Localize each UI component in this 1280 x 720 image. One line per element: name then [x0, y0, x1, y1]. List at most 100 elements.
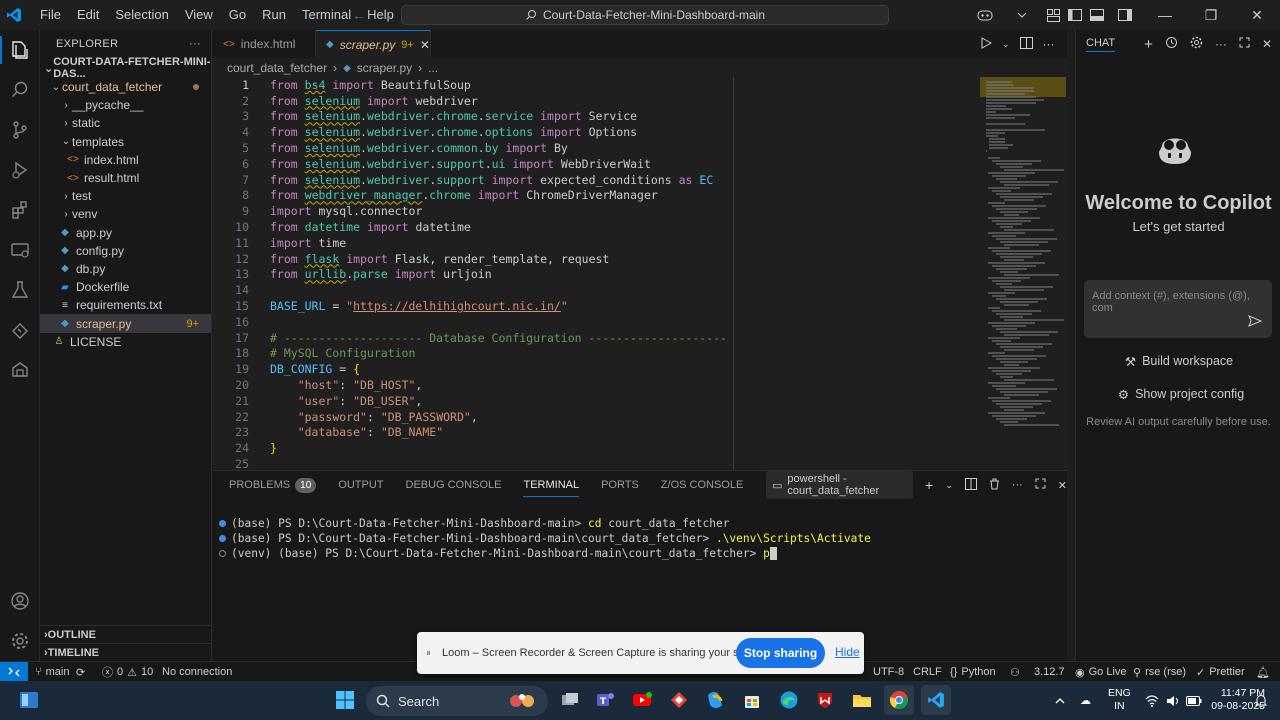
code-line[interactable]: 9 import mysql.connector: [213, 203, 980, 219]
notifications-icon[interactable]: [1254, 681, 1268, 720]
code-line[interactable]: 14: [213, 282, 980, 298]
tree-folder-court-data-fetcher[interactable]: ⌄ court_data_fetcher: [40, 78, 211, 96]
tree-file-scraper-py[interactable]: ◆ scraper.py 9+: [40, 314, 211, 333]
edge-icon[interactable]: [774, 685, 804, 715]
workspace-root[interactable]: ⌄ COURT-DATA-FETCHER-MINI-DAS...: [40, 56, 211, 80]
menu-terminal[interactable]: Terminal: [294, 0, 359, 30]
toggle-panel-icon[interactable]: [1086, 0, 1108, 30]
settings-gear-icon[interactable]: [0, 621, 40, 661]
tree-folder-venv[interactable]: › venv: [40, 205, 211, 223]
menu-edit[interactable]: Edit: [69, 0, 107, 30]
tree-file-license[interactable]: ♙ LICENSE: [40, 333, 211, 351]
connection-status[interactable]: No connection: [162, 662, 232, 682]
hide-link[interactable]: Hide: [835, 645, 860, 659]
customize-layout-icon[interactable]: [1042, 0, 1064, 30]
maximize-panel-icon[interactable]: [1035, 478, 1046, 492]
tree-folder-static[interactable]: › static: [40, 114, 211, 132]
code-line[interactable]: 11 import time: [213, 235, 980, 251]
forward-arrow-icon[interactable]: →: [380, 7, 394, 23]
store-icon[interactable]: [737, 685, 767, 715]
sync-icon[interactable]: ⟳: [76, 662, 85, 682]
code-line[interactable]: 5 from selenium.webdriver.common.by impor…: [213, 140, 980, 156]
code-line[interactable]: 25: [213, 456, 980, 469]
breadcrumb-folder[interactable]: court_data_fetcher: [227, 61, 327, 75]
code-line[interactable]: 12 from flask import Flask, render_templa…: [213, 251, 980, 267]
close-window-button[interactable]: ✕: [1234, 0, 1280, 30]
code-line[interactable]: 6 from selenium.webdriver.support.ui impo…: [213, 156, 980, 172]
chat-input[interactable]: Add context (#), extensions (@), com: [1084, 280, 1272, 338]
tab-zos-console[interactable]: Z/OS CONSOLE: [661, 471, 756, 499]
code-line[interactable]: 24}: [213, 440, 980, 456]
tree-file-config-py[interactable]: ◆ config.py: [40, 242, 211, 260]
code-line[interactable]: 13 from urllib.parse import urljoin: [213, 267, 980, 283]
tree-file-result-html[interactable]: <> result.html: [40, 169, 211, 187]
breadcrumb-symbols[interactable]: ...: [428, 61, 438, 75]
tab-ports[interactable]: PORTS: [601, 471, 651, 499]
python-env-icon[interactable]: ⚇: [1010, 662, 1020, 682]
tree-folder-pycache[interactable]: › __pycache__: [40, 96, 211, 114]
mcafee-icon[interactable]: [810, 685, 840, 715]
maximize-button[interactable]: ❐: [1188, 0, 1234, 30]
run-debug-icon[interactable]: [0, 150, 40, 190]
python-version[interactable]: 3.12.7: [1034, 662, 1065, 682]
tree-file-dockerfile[interactable]: ▰ Dockerfile: [40, 278, 211, 296]
accounts-icon[interactable]: [0, 581, 40, 621]
start-windows-icon[interactable]: [330, 685, 360, 715]
close-icon[interactable]: ✕: [420, 38, 430, 52]
new-terminal-icon[interactable]: +: [925, 477, 933, 493]
code-line[interactable]: 21 "user": "DB_USER",: [213, 393, 980, 409]
chevron-down-icon[interactable]: ⌄: [1002, 39, 1010, 50]
terminal-line[interactable]: (venv) (base) PS D:\Court-Data-Fetcher-M…: [219, 547, 777, 560]
tree-file-requirements[interactable]: ≡ requirements.txt: [40, 296, 211, 314]
build-workspace-button[interactable]: ⚒ Build workspace: [1112, 349, 1246, 373]
teams-icon[interactable]: T: [590, 685, 620, 715]
menu-go[interactable]: Go: [221, 0, 254, 30]
tree-file-index-html[interactable]: <> index.html: [40, 151, 211, 169]
code-line[interactable]: 15 BASE_URL = "https://delhihighcourt.nic…: [213, 298, 980, 314]
eol-status[interactable]: CRLF: [913, 662, 942, 682]
more-actions-icon[interactable]: ···: [189, 38, 201, 50]
terminal-selector[interactable]: ▭ powershell - court_data_fetcher: [766, 471, 914, 499]
code-line[interactable]: 7 from selenium.webdriver.support import …: [213, 172, 980, 188]
explorer-icon[interactable]: [0, 30, 40, 70]
menu-selection[interactable]: Selection: [107, 0, 176, 30]
rse-status[interactable]: ⚲ rse (rse): [1133, 662, 1186, 682]
toggle-secondary-sidebar-icon[interactable]: [1108, 0, 1142, 30]
tab-scraper-py[interactable]: ◆ scraper.py 9+ ✕: [316, 30, 431, 58]
prettier-status[interactable]: ✓ Prettier: [1196, 662, 1245, 682]
maximize-icon[interactable]: [1239, 37, 1250, 51]
vscode-taskbar-icon[interactable]: [921, 685, 951, 715]
copilot-app-icon[interactable]: [700, 685, 730, 715]
volume-icon[interactable]: [1166, 681, 1180, 720]
run-file-icon[interactable]: [980, 36, 993, 52]
tab-debug-console[interactable]: DEBUG CONSOLE: [406, 471, 514, 499]
task-view-icon[interactable]: [555, 685, 585, 715]
code-line[interactable]: 22 "password": "DB_PASSWORD",: [213, 409, 980, 425]
onedrive-icon[interactable]: ☁: [1080, 681, 1091, 720]
menu-view[interactable]: View: [177, 0, 221, 30]
code-line[interactable]: 16: [213, 314, 980, 330]
widgets-icon[interactable]: [14, 685, 44, 715]
testing-icon[interactable]: [0, 270, 40, 310]
chrome-icon[interactable]: [884, 685, 914, 715]
drag-handle-icon[interactable]: ⏸: [426, 648, 434, 659]
tree-folder-test[interactable]: › test: [40, 187, 211, 205]
gear-icon[interactable]: [1190, 36, 1203, 52]
tab-output[interactable]: OUTPUT: [338, 471, 395, 499]
toggle-sidebar-icon[interactable]: [1064, 0, 1086, 30]
tab-index-html[interactable]: <> index.html: [213, 30, 316, 58]
wifi-icon[interactable]: [1145, 681, 1159, 720]
code-line[interactable]: 23 "database": "DB_NAME": [213, 425, 980, 441]
show-hidden-icons[interactable]: [1055, 681, 1065, 720]
more-actions-icon[interactable]: ···: [1215, 37, 1227, 51]
code-line[interactable]: 19 DB_CONFIG = {: [213, 361, 980, 377]
tree-file-db-py[interactable]: ◆ db.py: [40, 260, 211, 278]
more-actions-icon[interactable]: ···: [1012, 479, 1023, 491]
go-live-status[interactable]: ◉ Go Live: [1075, 662, 1127, 682]
split-editor-icon[interactable]: [1019, 36, 1033, 52]
branch-status[interactable]: ⑂ main: [35, 662, 69, 682]
notifications-bell-icon[interactable]: 🔔︎: [1256, 662, 1270, 682]
menu-file[interactable]: File: [32, 0, 69, 30]
close-icon[interactable]: ✕: [1058, 479, 1067, 492]
youtube-icon[interactable]: [627, 685, 657, 715]
